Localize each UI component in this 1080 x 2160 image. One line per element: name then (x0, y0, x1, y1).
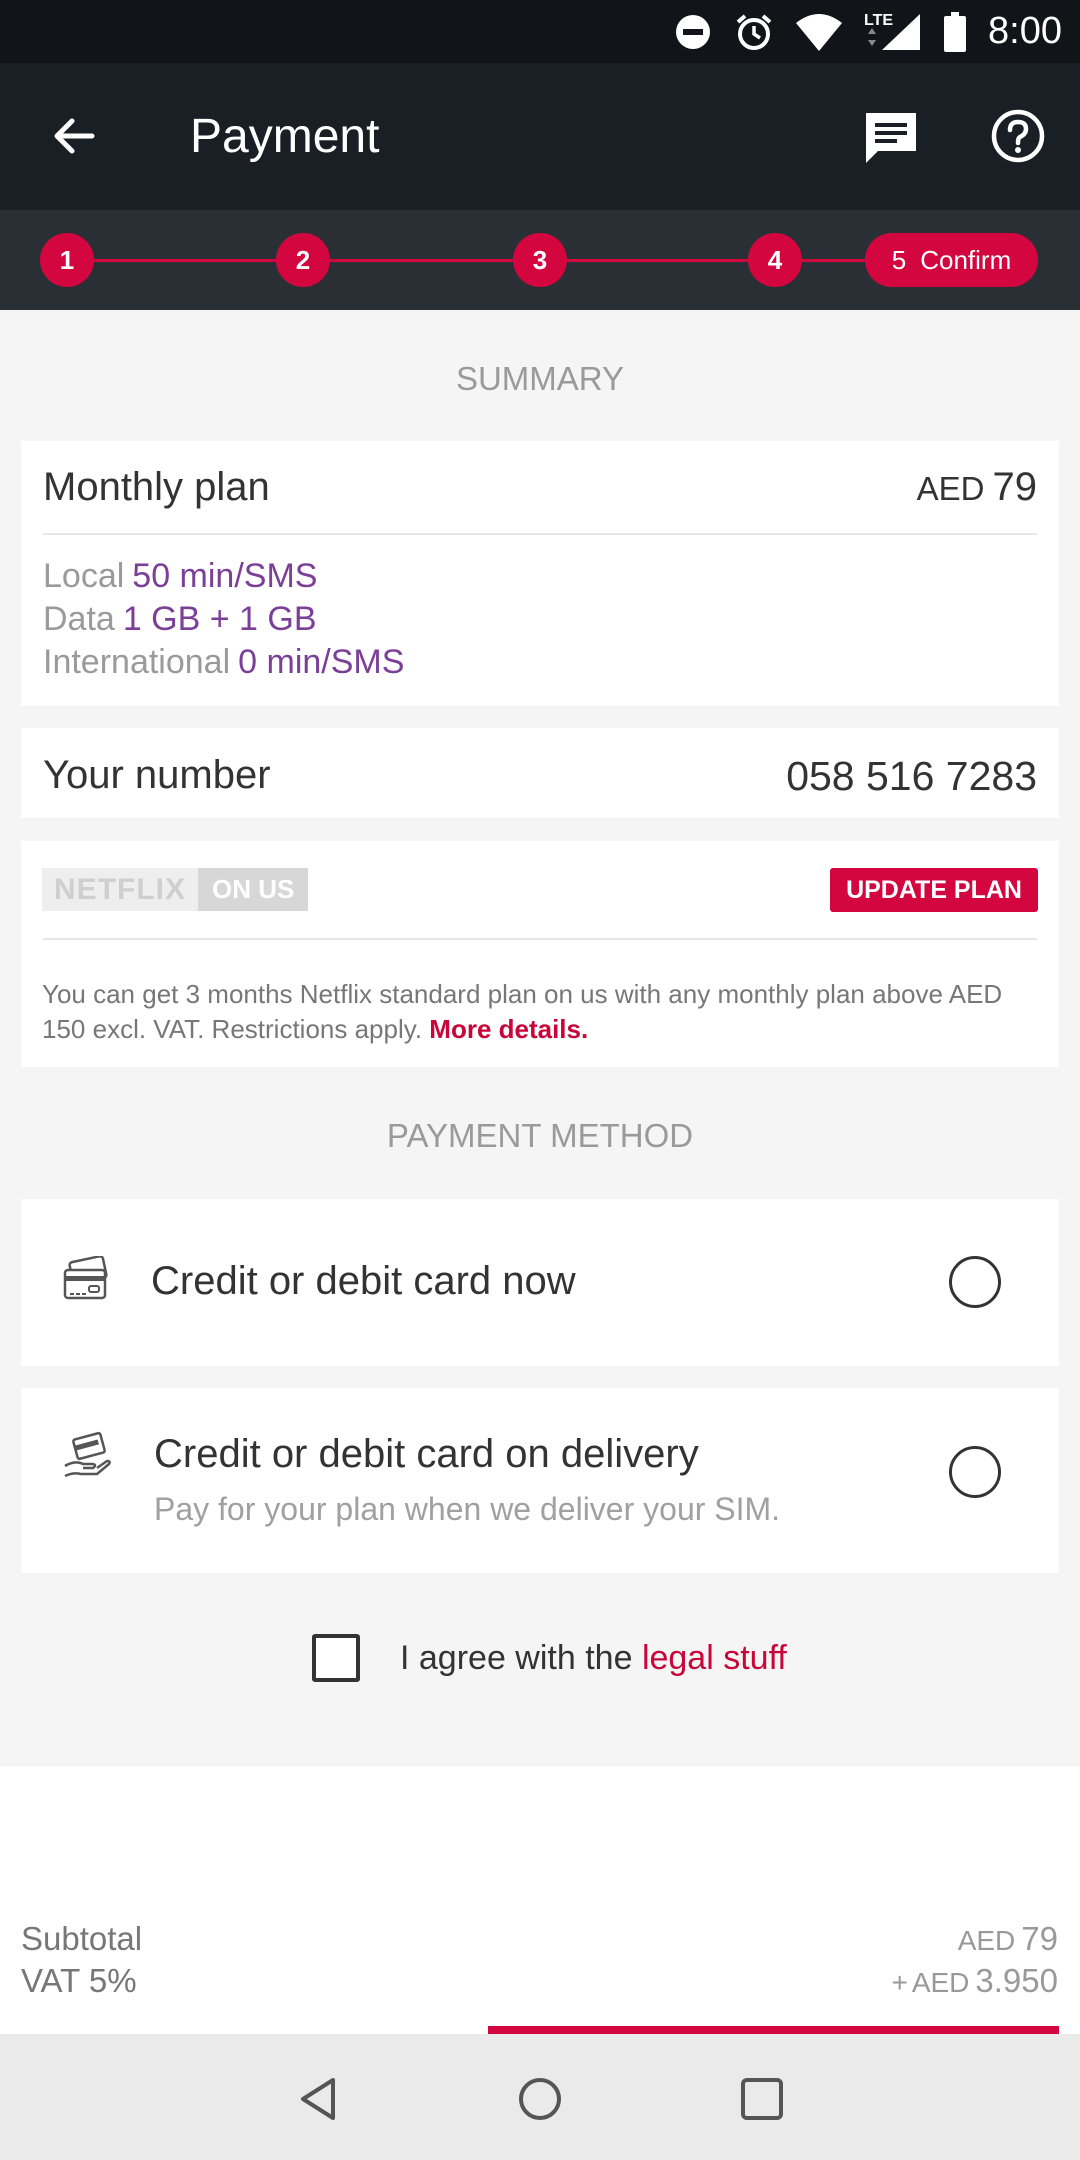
totals-footer: Subtotal VAT 5% AED 79 + AED 3.950 (0, 1766, 1080, 2034)
subtotal-value: AED 79 (958, 1920, 1058, 1958)
radio-card-now[interactable] (949, 1256, 1001, 1308)
nav-home-icon[interactable] (515, 2074, 565, 2124)
plan-name: Monthly plan (43, 465, 270, 509)
payment-option-title: Credit or debit card now (151, 1259, 576, 1303)
netflix-logo-word: NETFLIX (42, 868, 198, 911)
battery-icon (944, 11, 967, 52)
agree-text: I agree with the (400, 1638, 633, 1677)
plan-currency: AED (916, 470, 985, 507)
plan-price-value: 79 (992, 465, 1038, 509)
plan-intl-row: International 0 min/SMS (43, 643, 404, 682)
netflix-on-us-logo: NETFLIX ON US (42, 868, 309, 911)
step-2[interactable]: 2 (276, 233, 330, 287)
agree-checkbox[interactable] (312, 1634, 360, 1682)
phone-number: 058 516 7283 (786, 753, 1037, 799)
back-arrow-icon[interactable] (46, 108, 102, 164)
agree-label: I agree with the legal stuff (400, 1639, 787, 1678)
step-5-label: Confirm (920, 244, 1012, 275)
nav-back-icon[interactable] (295, 2074, 345, 2124)
plan-price: AED 79 (917, 465, 1037, 510)
lte-signal-icon: LTE (864, 12, 922, 52)
number-card: Your number 058 516 7283 (21, 728, 1059, 818)
subtotal-label: Subtotal (21, 1920, 143, 1957)
update-plan-button[interactable]: UPDATE PLAN (830, 868, 1038, 912)
vat-value: + AED 3.950 (891, 1962, 1058, 2000)
card-in-hand-icon (64, 1431, 111, 1478)
intl-value: 0 min/SMS (238, 643, 405, 681)
nav-recents-icon[interactable] (737, 2074, 787, 2124)
subtotal-currency: AED (957, 1925, 1016, 1956)
clock: 8:00 (988, 10, 1062, 52)
legal-agreement: I agree with the legal stuff (312, 1634, 787, 1682)
payment-option-card-now[interactable]: Credit or debit card now (21, 1199, 1059, 1366)
system-nav-bar (0, 2034, 1080, 2160)
legal-stuff-link[interactable]: legal stuff (642, 1639, 787, 1677)
vat-currency: AED (911, 1967, 970, 1998)
app-bar: Payment (0, 63, 1080, 210)
divider (43, 533, 1037, 535)
payment-option-title: Credit or debit card on delivery (154, 1432, 699, 1476)
wifi-icon (796, 13, 843, 51)
payment-option-card-delivery[interactable]: Credit or debit card on delivery Pay for… (21, 1388, 1059, 1573)
data-label: Data (43, 600, 115, 638)
plan-local-row: Local 50 min/SMS (43, 557, 317, 596)
alarm-icon (736, 13, 772, 50)
page-title: Payment (190, 110, 380, 163)
plan-card: Monthly plan AED 79 Local 50 min/SMS Data 1… (21, 441, 1059, 706)
local-value: 50 min/SMS (132, 557, 318, 595)
step-4[interactable]: 4 (748, 233, 802, 287)
payment-option-subtitle: Pay for your plan when we deliver your S… (154, 1491, 781, 1527)
help-icon[interactable] (990, 108, 1046, 164)
step-3[interactable]: 3 (513, 233, 567, 287)
subtotal-amount: 79 (1021, 1920, 1058, 1957)
plan-data-row: Data 1 GB + 1 GB (43, 600, 317, 639)
chat-icon[interactable] (862, 109, 920, 167)
step-1[interactable]: 1 (40, 233, 94, 287)
action-button-edge[interactable] (488, 2026, 1059, 2034)
local-label: Local (43, 557, 125, 595)
intl-label: International (43, 643, 231, 681)
step-5-number: 5 (891, 244, 907, 275)
step-5-confirm[interactable]: 5 Confirm (865, 233, 1038, 287)
payment-method-heading: PAYMENT METHOD (386, 1117, 694, 1154)
more-details-link[interactable]: More details. (429, 1014, 588, 1044)
status-bar: LTE 8:00 (0, 0, 1080, 63)
number-label: Your number (43, 753, 271, 797)
promo-text: You can get 3 months Netflix standard pl… (42, 977, 1042, 1047)
radio-card-delivery[interactable] (949, 1446, 1001, 1498)
summary-heading: SUMMARY (455, 360, 625, 397)
divider (43, 938, 1037, 940)
vat-label: VAT 5% (21, 1962, 137, 1999)
vat-amount: 3.950 (975, 1962, 1058, 1999)
vat-plus: + (891, 1967, 908, 1998)
data-value: 1 GB + 1 GB (122, 600, 317, 638)
checkout-stepper: 1 2 3 4 5 Confirm (0, 210, 1080, 310)
do-not-disturb-icon (676, 14, 711, 49)
credit-card-icon (63, 1256, 108, 1300)
netflix-logo-tag: ON US (198, 868, 309, 911)
netflix-promo-card: NETFLIX ON US UPDATE PLAN You can get 3 … (21, 841, 1059, 1067)
